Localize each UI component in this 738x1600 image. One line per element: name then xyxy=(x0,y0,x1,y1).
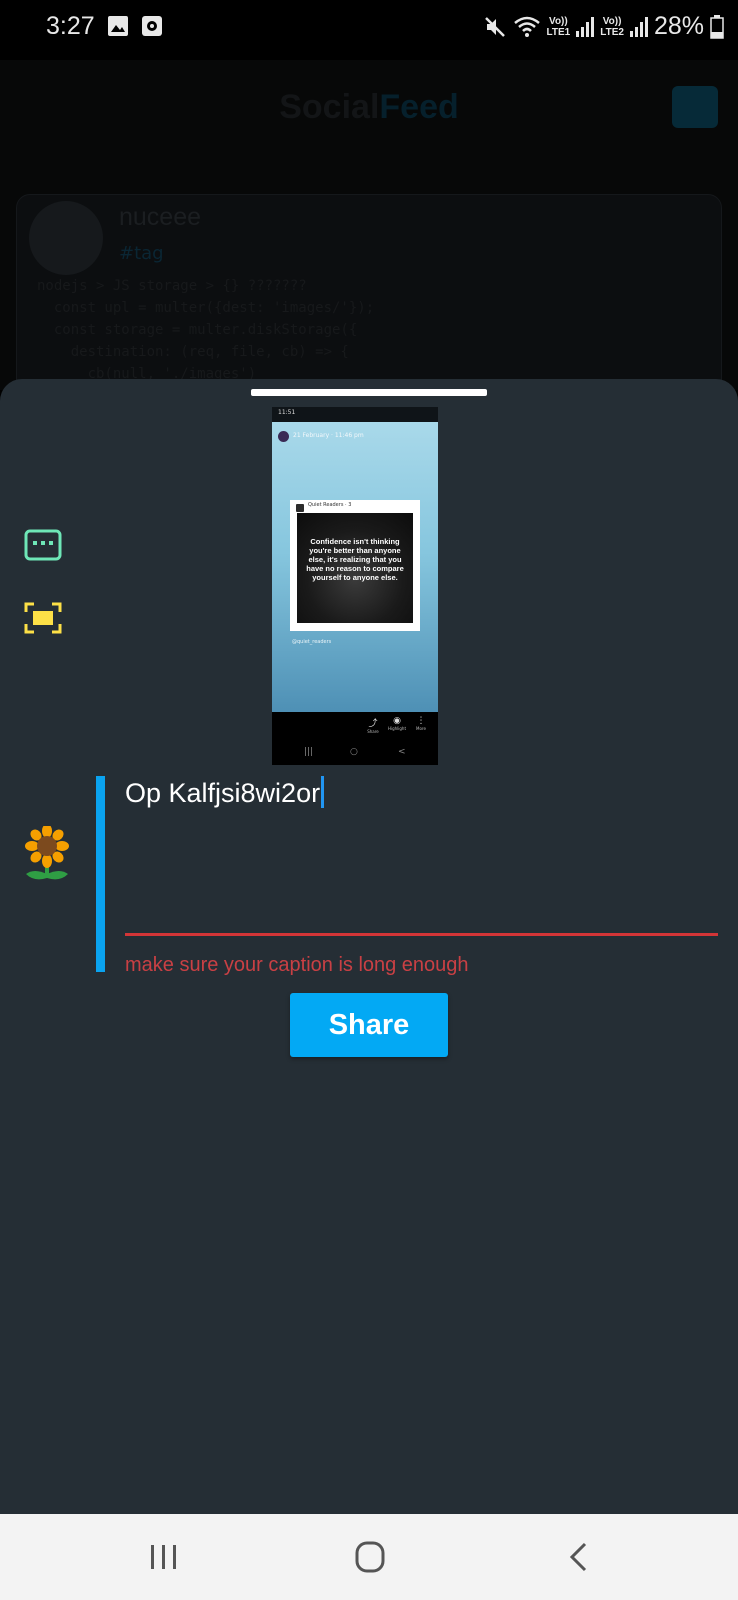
feed-post-card: nuceee #tag nodejs > JS storage > {} ???… xyxy=(16,194,722,390)
preview-recents-icon: ||| xyxy=(304,747,314,757)
preview-action: ⋮ More xyxy=(408,716,434,731)
keyboard-icon[interactable] xyxy=(24,529,62,561)
caption-focus-indicator xyxy=(96,776,105,972)
sim2-network: LTE2 xyxy=(600,26,624,38)
feed-title: SocialFeed xyxy=(0,88,738,127)
home-button[interactable] xyxy=(340,1534,400,1580)
status-time: 3:27 xyxy=(46,12,95,40)
share-bottom-sheet: 11:51 21 February · 11:46 pm Quiet Reade… xyxy=(0,379,738,1514)
preview-action: ◉ Highlight xyxy=(384,716,410,731)
preview-status-bar: 11:51 xyxy=(272,407,438,422)
code-line: destination: (req, file, cb) => { xyxy=(37,344,349,360)
status-bar: 3:27 Vo)) LTE1 Vo)) LTE2 28% xyxy=(0,0,738,60)
screen-record-icon xyxy=(142,16,162,36)
code-line: const storage = multer.diskStorage({ xyxy=(37,322,358,338)
preview-action-label: Highlight xyxy=(387,726,407,731)
feed-title-part2: Feed xyxy=(379,88,459,126)
drag-handle[interactable] xyxy=(251,389,487,396)
sim1-indicator: Vo)) LTE1 xyxy=(547,16,571,38)
code-line: const upl = multer({dest: 'images/'}); xyxy=(37,300,375,316)
mute-icon xyxy=(484,16,505,37)
sim1-volte: Vo)) xyxy=(549,15,568,27)
battery-icon xyxy=(710,14,724,39)
highlight-icon: ◉ xyxy=(393,716,401,726)
signal-icon xyxy=(629,16,648,37)
preview-time: 11:51 xyxy=(278,409,296,416)
battery-percent: 28% xyxy=(653,12,704,40)
preview-handle: @quiet_readers xyxy=(292,639,332,645)
preview-quote-text: Confidence isn't thinking you're better … xyxy=(306,537,404,582)
sim2-volte: Vo)) xyxy=(602,15,622,27)
preview-action-label: More xyxy=(416,726,426,731)
code-line: nodejs > JS storage > {} ??????? xyxy=(37,278,307,294)
post-code-image: nodejs > JS storage > {} ??????? const u… xyxy=(37,275,374,385)
recents-button[interactable] xyxy=(134,1534,194,1580)
image-preview[interactable]: 11:51 21 February · 11:46 pm Quiet Reade… xyxy=(272,407,438,765)
status-indicators: Vo)) LTE1 Vo)) LTE2 28% xyxy=(483,12,724,41)
sim2-indicator: Vo)) LTE2 xyxy=(600,16,624,38)
post-tag: #tag xyxy=(119,243,164,264)
more-icon: ⋮ xyxy=(416,716,426,726)
camera-icon xyxy=(672,86,718,128)
preview-actions: ⤴ Share ◉ Highlight ⋮ More xyxy=(272,712,438,742)
preview-nav-bar: ||| ○ < xyxy=(272,742,438,765)
post-username: nuceee xyxy=(119,203,202,231)
system-nav-bar xyxy=(0,1514,738,1600)
preview-action-label: Share xyxy=(367,729,379,734)
share-button[interactable]: Share xyxy=(290,993,448,1057)
sim1-network: LTE1 xyxy=(546,26,571,38)
caption-text: Op Kalfjsi8wi2or xyxy=(125,778,321,808)
gallery-icon xyxy=(108,16,128,36)
signal-icon xyxy=(576,16,595,37)
preview-card-header: Quiet Readers · 3 xyxy=(308,502,352,508)
text-caret xyxy=(321,776,325,808)
preview-quote-image: Confidence isn't thinking you're better … xyxy=(297,513,413,623)
preview-card-icon xyxy=(296,504,304,512)
background-feed: SocialFeed nuceee #tag nodejs > JS stora… xyxy=(0,60,738,390)
caption-underline xyxy=(125,933,718,936)
preview-date: 21 February · 11:46 pm xyxy=(293,432,364,439)
feed-title-part1: Social xyxy=(279,88,380,126)
caption-error-text: make sure your caption is long enough xyxy=(125,954,469,976)
preview-post-card: Quiet Readers · 3 Confidence isn't think… xyxy=(290,500,420,631)
preview-home-icon: ○ xyxy=(350,747,358,757)
caption-input[interactable]: Op Kalfjsi8wi2or xyxy=(125,776,715,816)
image-frame-icon[interactable] xyxy=(24,602,62,634)
preview-action: ⤴ Share xyxy=(360,716,386,734)
sunflower-icon[interactable] xyxy=(24,826,70,884)
preview-back-icon: < xyxy=(398,747,406,757)
avatar xyxy=(29,201,103,275)
preview-avatar xyxy=(278,431,289,442)
back-button[interactable] xyxy=(548,1534,608,1580)
wifi-icon xyxy=(513,16,540,37)
share-icon: ⤴ xyxy=(368,719,378,729)
